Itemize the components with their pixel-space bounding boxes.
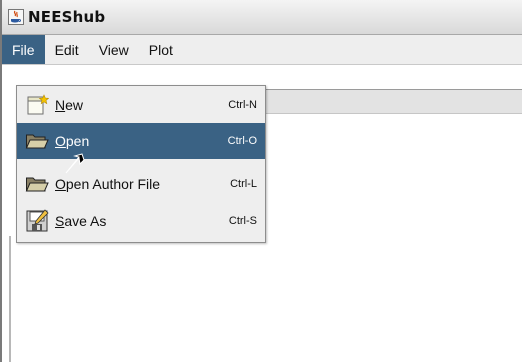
menu-item-label: pen [65,133,90,149]
shortcut-label: Ctrl-O [227,135,257,147]
save-as-icon [26,209,49,232]
java-app-icon [8,9,24,25]
mnemonic: S [55,213,65,229]
mouse-pointer-icon [65,153,85,174]
app-window: NEEShub File Edit View Plot New Ctrl-N O… [0,0,522,362]
left-divider [9,236,11,362]
menu-item-save-as[interactable]: Save As Ctrl-S [17,203,265,239]
window-title: NEEShub [28,8,106,26]
new-file-icon [27,94,49,115]
menu-view[interactable]: View [89,35,139,64]
menu-item-new[interactable]: New Ctrl-N [17,87,265,123]
menu-bar: File Edit View Plot [2,35,522,65]
menu-item-open[interactable]: Open Ctrl-O [17,123,265,159]
menu-file[interactable]: File [2,35,45,64]
mnemonic: O [55,133,66,149]
mnemonic: O [55,176,66,192]
open-folder-icon [25,177,49,192]
menu-plot[interactable]: Plot [139,35,183,64]
open-folder-icon [25,134,49,149]
menu-edit[interactable]: Edit [45,35,89,64]
toolbar-strip [264,89,522,114]
title-bar[interactable]: NEEShub [2,0,522,35]
shortcut-label: Ctrl-N [228,99,257,111]
menu-item-open-author-file[interactable]: Open Author File Ctrl-L [17,166,265,202]
menu-item-label: pen Author File [65,176,161,192]
shortcut-label: Ctrl-S [228,215,257,227]
menu-item-label: ew [65,97,84,113]
file-menu-dropdown: New Ctrl-N Open Ctrl-O Open Author File … [16,85,266,243]
shortcut-label: Ctrl-L [230,178,257,190]
menu-item-label: ave As [64,213,107,229]
mnemonic: N [55,97,66,113]
